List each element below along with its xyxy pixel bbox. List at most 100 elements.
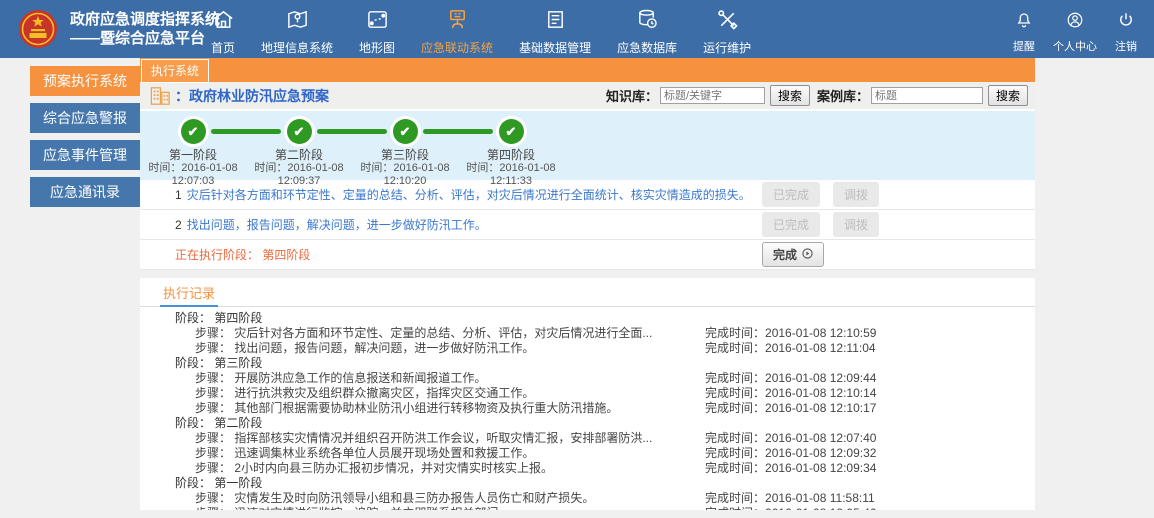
task-link[interactable]: 灾后针对各方面和环节定性、定量的总结、分析、评估，对灾后情况进行全面统计、核实灾… [187,186,762,203]
building-icon [149,86,171,106]
nav-item-label: 基础数据管理 [519,39,591,56]
completion-time: 完成时间：2016-01-08 12:09:44 [705,371,876,386]
reminder-button[interactable]: 提醒 [1004,11,1044,54]
sidebar-item-contacts[interactable]: 应急通讯录 [30,177,140,207]
execution-records-panel: 执行记录 阶段： 第四阶段 步骤： 灾后针对各方面和环节定性、定量的总结、分析、… [140,278,1035,510]
time-value: 2016-01-08 12:10:17 [765,401,876,415]
stage-name: 第四阶段 [487,149,535,162]
stage-progress-panel: ✔ 第一阶段 时间：2016-01-0812:07:03 ✔ 第二阶段 时间：2… [140,111,1035,180]
step-value: 开展防洪应急工作的信息报送和新闻报道工作。 [234,371,486,385]
step-prefix: 步骤： [195,386,234,400]
check-icon: ✔ [181,119,206,144]
stage-date: 时间：2016-01-08 [254,162,343,174]
stage-clock: 12:10:20 [384,175,427,187]
completion-time: 完成时间：2016-01-08 12:09:34 [705,461,876,476]
stage-clock: 12:07:03 [172,175,215,187]
national-emblem-logo [18,9,58,49]
task-buttons: 已完成 调拨 [762,212,1035,237]
task-link[interactable]: 找出问题，报告问题，解决问题，进一步做好防汛工作。 [187,216,762,233]
sidebar-item-emergency-alert[interactable]: 综合应急警报 [30,103,140,133]
time-prefix: 完成时间： [705,401,765,415]
personal-center-button[interactable]: 个人中心 [1044,11,1106,54]
nav-item-emergency-database[interactable]: 应急数据库 [604,8,690,56]
nav-item-maintenance[interactable]: 运行维护 [690,8,764,56]
sidebar-item-event-management[interactable]: 应急事件管理 [30,140,140,170]
stage-prefix: 阶段： [175,356,214,370]
step-text: 步骤： 2小时内向县三防办汇报初步情况，并对灾情实时核实上报。 [140,461,705,476]
database-icon [636,8,659,36]
case-base-search-button[interactable]: 搜索 [988,85,1028,106]
step-text: 步骤： 其他部门根据需要协助林业防汛小组进行转移物资及执行重大防汛措施。 [140,401,705,416]
knowledge-base-search-input[interactable] [660,87,765,104]
knowledge-base-label: 知识库： [606,86,658,105]
finish-button[interactable]: 完成 [762,242,824,267]
nav-item-home[interactable]: 首页 [198,8,248,56]
records-title: 执行记录 [160,283,218,307]
user-icon [1066,11,1084,34]
tools-icon [716,8,739,36]
completion-time: 完成时间：2016-01-08 12:10:17 [705,401,876,416]
step-text: 步骤： 灾情发生及时向防汛领导小组和县三防办报告人员伤亡和财产损失。 [140,491,705,506]
user-actions: 提醒 个人中心 注销 [1004,11,1146,54]
stage-clock: 12:09:37 [278,175,321,187]
nav-item-emergency-linkage[interactable]: 应急联动系统 [408,8,506,56]
time-value: 2016-01-08 12:09:32 [765,446,876,460]
check-icon: ✔ [393,119,418,144]
nav-item-label: 应急数据库 [617,39,677,56]
knowledge-base-search-button[interactable]: 搜索 [770,85,810,106]
step-text: 步骤： 迅速调集林业系统各单位人员展开现场处置和救援工作。 [140,446,705,461]
step-prefix: 步骤： [195,401,234,415]
step-prefix: 步骤： [195,446,234,460]
step-prefix: 步骤： [195,506,234,510]
sidebar: 预案执行系统 综合应急警报 应急事件管理 应急通讯录 [30,66,140,214]
completion-time: 完成时间：2016-01-08 12:10:14 [705,386,876,401]
tab-execution-system[interactable]: 执行系统 [141,59,209,83]
stage-time: 时间：2016-01-0812:11:33 [466,162,555,188]
record-stage-row: 阶段： 第三阶段 [140,356,1035,371]
record-stage-row: 阶段： 第二阶段 [140,416,1035,431]
step-value: 灾情发生及时向防汛领导小组和县三防办报告人员伤亡和财产损失。 [234,491,594,505]
record-step-row: 步骤： 其他部门根据需要协助林业防汛小组进行转移物资及执行重大防汛措施。 完成时… [140,401,1035,416]
progress-connector [211,129,281,134]
step-prefix: 步骤： [195,341,234,355]
step-text: 步骤： 开展防洪应急工作的信息报送和新闻报道工作。 [140,371,705,386]
stage-name: 第三阶段 [381,149,429,162]
time-value: 2016-01-08 12:10:14 [765,386,876,400]
step-text: 步骤： 进行抗洪救灾及组织群众撤离灾区，指挥灾区交通工作。 [140,386,705,401]
step-value: 2小时内向县三防办汇报初步情况，并对灾情实时核实上报。 [234,461,553,475]
main-content: 执行系统 ：政府林业防汛应急预案 知识库： 搜索 案例库： 搜索 ✔ 第一阶段 … [140,58,1035,510]
stage-name: 第一阶段 [169,149,217,162]
time-prefix: 完成时间： [705,386,765,400]
case-base-search-input[interactable] [871,87,983,104]
nav-item-terrain-map[interactable]: 地形图 [346,8,408,56]
nav-item-label: 首页 [211,39,235,56]
record-step-row: 步骤： 迅速对灾情进行监控、追踪，并立即联系相关部门。 完成时间：2016-01… [140,506,1035,510]
logout-button[interactable]: 注销 [1106,11,1146,54]
time-prefix: 完成时间： [705,506,765,510]
time-prefix: 完成时间： [705,461,765,475]
sidebar-item-plan-execution[interactable]: 预案执行系统 [30,66,140,96]
completion-time: 完成时间：2016-01-08 12:07:40 [705,431,876,446]
case-base-label: 案例库： [817,86,869,105]
nav-item-gis[interactable]: 地理信息系统 [248,8,346,56]
time-prefix: 完成时间： [705,371,765,385]
progress-step-2: ✔ 第二阶段 时间：2016-01-0812:09:37 [246,116,352,188]
nav-item-base-data[interactable]: 基础数据管理 [506,8,604,56]
time-prefix: 完成时间： [705,491,765,505]
finish-button-label: 完成 [773,246,797,263]
time-value: 2016-01-08 11:58:11 [765,491,875,505]
nav-item-label: 地形图 [359,39,395,56]
step-value: 找出问题，报告问题，解决问题，进一步做好防汛工作。 [234,341,534,355]
stage-name: 第二阶段 [275,149,323,162]
stage-date: 时间：2016-01-08 [148,162,237,174]
nav-item-label: 运行维护 [703,39,751,56]
time-value: 2016-01-08 12:09:44 [765,371,876,385]
completion-time: 完成时间：2016-01-08 12:05:46 [705,506,876,510]
completion-time: 完成时间：2016-01-08 11:58:11 [705,491,875,506]
map-pin-icon [286,8,309,36]
main-nav: 首页 地理信息系统 地形图 应急联动系统 基础数据管理 应急数据库 运行维护 [198,8,764,56]
step-text: 步骤： 指挥部核实灾情情况并组织召开防洪工作会议，听取灾情汇报，安排部署防洪..… [140,431,705,446]
progress-step-3: ✔ 第三阶段 时间：2016-01-0812:10:20 [352,116,458,188]
record-stage-row: 阶段： 第一阶段 [140,476,1035,491]
time-value: 2016-01-08 12:10:59 [765,326,876,340]
